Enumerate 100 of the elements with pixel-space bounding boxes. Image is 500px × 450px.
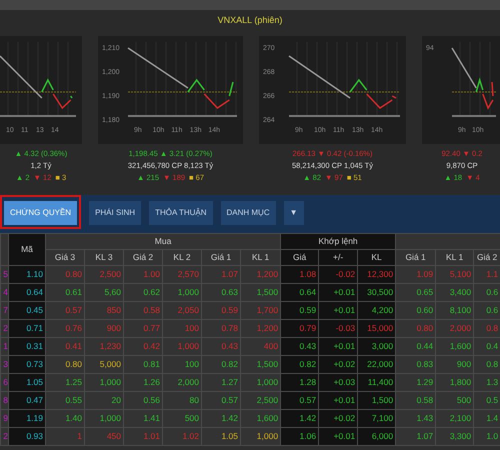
column-header: KL 2 (162, 250, 202, 266)
table-cell: 30,500 (358, 284, 396, 302)
table-cell: 1,000 (84, 374, 124, 392)
table-cell: 2,000 (436, 320, 474, 338)
table-cell: 1.10 (8, 266, 46, 284)
table-cell: 4,200 (358, 302, 396, 320)
table-cell: 1.05 (8, 374, 46, 392)
table-cell: 1,230 (84, 338, 124, 356)
table-cell: 1.06 (280, 428, 319, 446)
table-cell: 1,200 (240, 320, 281, 338)
table-cell: 1,000 (84, 410, 124, 428)
table-cell: 3 (0, 356, 8, 374)
table-cell: +0.01 (318, 302, 358, 320)
table-cell: 5 (0, 266, 8, 284)
table-cell: 8,100 (436, 302, 474, 320)
table-cell: 3,000 (358, 338, 396, 356)
table-cell: 0.82 (280, 356, 319, 374)
table-cell: 900 (84, 320, 124, 338)
table-cell: 500 (436, 392, 474, 410)
table-cell: 0.55 (46, 392, 84, 410)
table-cell: 0.6 (474, 284, 500, 302)
table-cell: 850 (84, 302, 124, 320)
column-header: Giá 1 (396, 250, 436, 266)
column-header: Giá 3 (46, 250, 84, 266)
table-cell: 0.76 (46, 320, 84, 338)
table-cell: 0.83 (396, 356, 436, 374)
table-cell: 20 (84, 392, 124, 410)
table-cell: 1.26 (124, 374, 162, 392)
table-cell: 1.09 (396, 266, 436, 284)
column-header: Giá 2 (474, 250, 500, 266)
column-header: KL 1 (436, 250, 474, 266)
table-cell: 0.64 (8, 284, 46, 302)
table-cell: 0.65 (396, 284, 436, 302)
table-cell: 1.01 (124, 428, 162, 446)
table-cell: 1.28 (280, 374, 319, 392)
dropdown-button[interactable]: ▼ (284, 201, 304, 225)
table-cell: 3,400 (436, 284, 474, 302)
table-cell: 1.3 (474, 374, 500, 392)
table-cell: 11,400 (358, 374, 396, 392)
table-cell: 2,000 (162, 374, 202, 392)
table-cell: 0.56 (124, 392, 162, 410)
table-cell: -0.02 (318, 266, 358, 284)
table-cell: 6 (0, 374, 8, 392)
table-cell: 1.07 (202, 266, 240, 284)
table-cell: 900 (436, 356, 474, 374)
table-cell: +0.01 (318, 338, 358, 356)
table-cell: 1,700 (240, 302, 281, 320)
table-cell: 0.41 (46, 338, 84, 356)
table-cell: 1,000 (162, 338, 202, 356)
table-cell: 1.27 (202, 374, 240, 392)
column-header: Mã (8, 234, 46, 266)
table-cell: 1.05 (202, 428, 240, 446)
table-cell: +0.01 (318, 392, 358, 410)
table-cell: 0.57 (202, 392, 240, 410)
table-cell: 3,300 (436, 428, 474, 446)
column-header: Mua (46, 234, 281, 250)
table-cell: +0.01 (318, 428, 358, 446)
table-cell: 2,100 (436, 410, 474, 428)
table-cell: 1 (0, 338, 8, 356)
table-cell: 0.57 (280, 392, 319, 410)
table-cell: 1 (46, 428, 84, 446)
table-cell: 0.80 (46, 266, 84, 284)
table-cell: -0.03 (318, 320, 358, 338)
table-cell: 1.00 (124, 266, 162, 284)
tab[interactable]: PHÁI SINH (89, 201, 142, 225)
table-cell: +0.01 (318, 284, 358, 302)
table-cell: 0.79 (280, 320, 319, 338)
table-cell: 8 (0, 392, 8, 410)
table-cell: 1.29 (396, 374, 436, 392)
tab[interactable]: DANH MỤC (220, 201, 276, 225)
table-cell: 0.47 (8, 392, 46, 410)
table-cell: 5,000 (84, 356, 124, 374)
tab[interactable]: CHỨNG QUYỀN (4, 201, 78, 225)
column-header: Giá (280, 250, 319, 266)
table-cell: 1.02 (162, 428, 202, 446)
table-cell: 100 (162, 320, 202, 338)
table-cell: 0.43 (202, 338, 240, 356)
table-cell: 0.31 (8, 338, 46, 356)
column-header: Giá 1 (202, 250, 240, 266)
tab[interactable]: THỎA THUẬN (149, 201, 212, 225)
table-cell: 0.58 (396, 392, 436, 410)
table-cell: 0.44 (396, 338, 436, 356)
table-cell: 0.93 (8, 428, 46, 446)
table-cell: 0.80 (396, 320, 436, 338)
table-cell: 1.40 (46, 410, 84, 428)
table-cell: 1,200 (240, 266, 281, 284)
table-cell: 2,500 (84, 266, 124, 284)
table-cell: 12,300 (358, 266, 396, 284)
table-cell: 1.19 (8, 410, 46, 428)
column-header: KL (358, 250, 396, 266)
table-cell: 5,60 (84, 284, 124, 302)
table-cell: 0.4 (474, 338, 500, 356)
table-cell: 0.5 (474, 392, 500, 410)
table-cell: 0.45 (8, 302, 46, 320)
table-cell: 1,600 (436, 338, 474, 356)
table-cell: 0.62 (124, 284, 162, 302)
table-cell: 2,500 (240, 392, 281, 410)
table-cell: 0.64 (280, 284, 319, 302)
table-cell: 7 (0, 302, 8, 320)
table-cell: +0.02 (318, 356, 358, 374)
